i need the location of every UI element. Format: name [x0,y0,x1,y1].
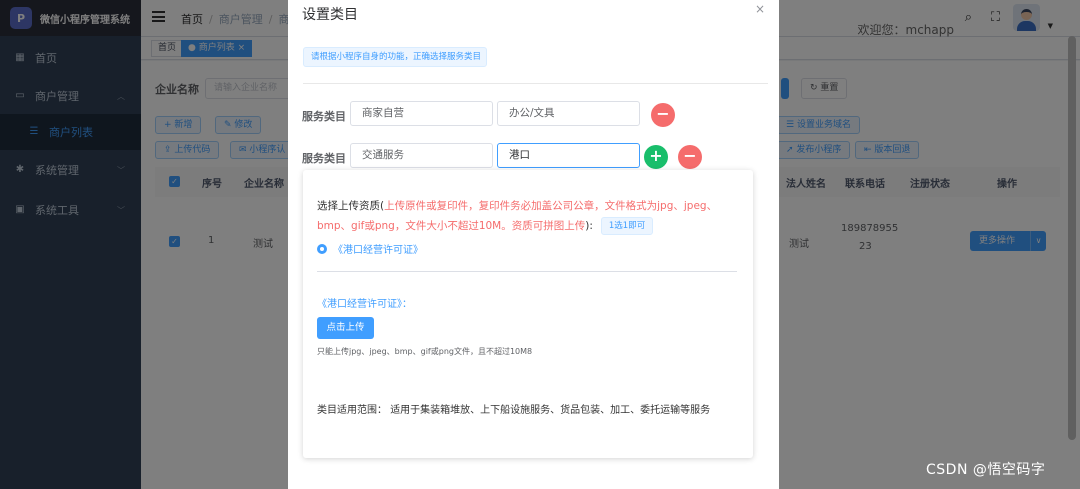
divider [317,271,737,272]
upload-instructions: 选择上传资质(上传原件或复印件，复印件务必加盖公司公章，文件格式为jpg、jpe… [317,196,747,236]
qualification-panel: 选择上传资质(上传原件或复印件，复印件务必加盖公司公章，文件格式为jpg、jpe… [303,170,753,458]
watermark: CSDN @悟空码字 [926,462,1046,478]
upload-prefix: 选择上传资质( [317,200,385,212]
divider [303,83,768,84]
license-upload-title: 《港口经营许可证》： [317,299,412,310]
upload-suffix: ): [585,220,593,232]
license-option-label: 《港口经营许可证》 [333,245,423,256]
remove-category-button-2[interactable]: − [678,145,702,169]
dialog-title: 设置类目 [302,7,358,23]
upload-button[interactable]: 点击上传 [317,317,374,339]
remove-category-button-1[interactable]: − [651,103,675,127]
category-secondary-select-1[interactable]: 办公/文具 [497,101,640,126]
radio-checked-icon[interactable] [317,244,327,254]
category-label-1: 服务类目 [302,110,346,123]
upload-hint: 只能上传jpg、jpeg、bmp、gif或png文件，且不超过10M8 [317,347,533,356]
category-tip: 请根据小程序自身的功能，正确选择服务类目 [303,47,487,67]
category-primary-select-1[interactable]: 商家自营 [350,101,493,126]
scope-text: 适用于集装箱堆放、上下船设施服务、货品包装、加工、委托运输等服务 [390,405,711,416]
add-category-button[interactable]: + [644,145,668,169]
category-scope: 类目适用范围： 适用于集装箱堆放、上下船设施服务、货品包装、加工、委托运输等服务 [317,401,710,416]
category-primary-select-2[interactable]: 交通服务 [350,143,493,168]
license-radio-option[interactable]: 《港口经营许可证》 [317,241,423,256]
choose-one-badge: 1选1即可 [600,217,654,235]
category-label-2: 服务类目 [302,152,346,165]
close-icon[interactable]: × [755,2,765,16]
category-secondary-select-2[interactable]: 港口 [497,143,640,168]
set-category-dialog: 设置类目 × 请根据小程序自身的功能，正确选择服务类目 服务类目 商家自营 办公… [288,0,779,489]
welcome-text: 欢迎您：mchapp [857,23,954,37]
scope-label: 类目适用范围： [317,405,387,416]
